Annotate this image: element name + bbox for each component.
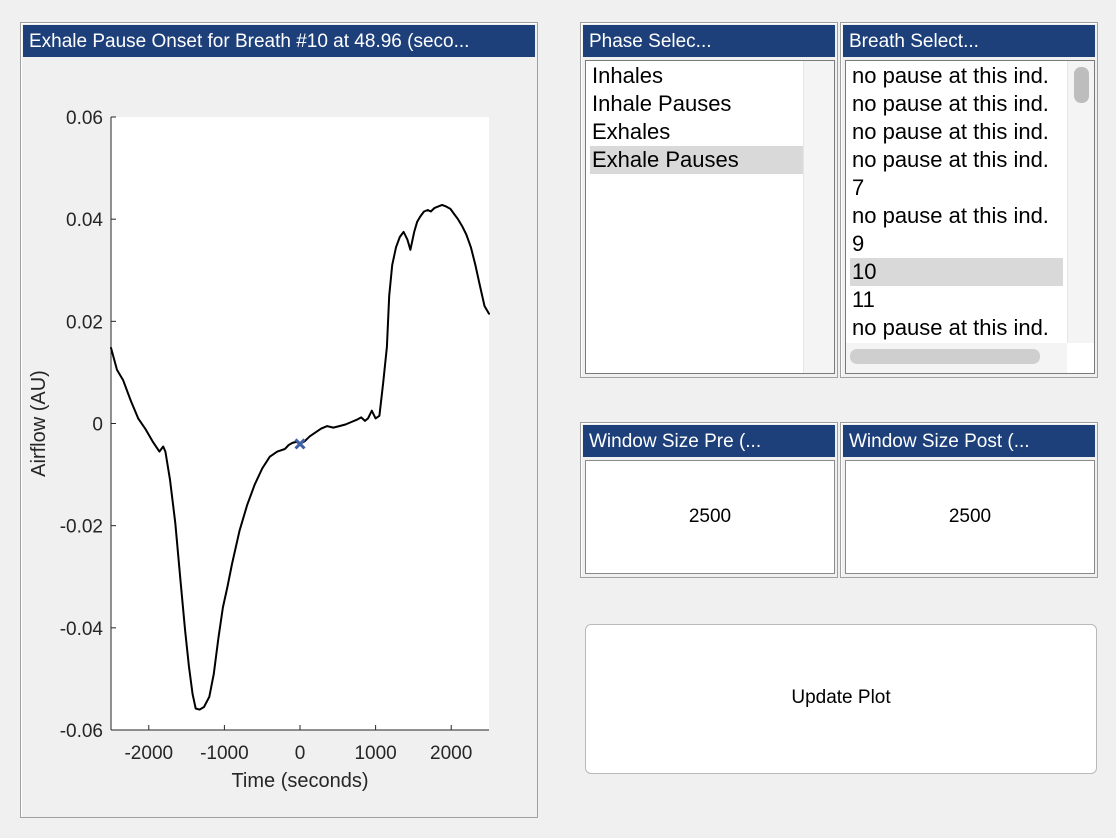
plot-panel-title: Exhale Pause Onset for Breath #10 at 48.…: [23, 25, 535, 57]
window-pre-input[interactable]: 2500: [585, 460, 835, 574]
breath-select-panel: Breath Select... no pause at this ind. no…: [840, 22, 1098, 378]
phase-vertical-scrollbar[interactable]: [803, 61, 834, 373]
x-tick-label: 1000: [354, 743, 396, 764]
breath-list-item[interactable]: no pause at this ind.: [850, 314, 1063, 342]
breath-scroll-thumb[interactable]: [1074, 67, 1089, 103]
breath-list-item[interactable]: no pause at this ind.: [850, 202, 1063, 230]
update-plot-button[interactable]: Update Plot: [585, 624, 1097, 774]
y-tick-label: 0.04: [66, 210, 103, 231]
window-post-input[interactable]: 2500: [845, 460, 1095, 574]
breath-list-item[interactable]: no pause at this ind.: [850, 118, 1063, 146]
y-tick-label: 0.02: [66, 312, 103, 333]
window-post-title: Window Size Post (...: [843, 425, 1095, 457]
breath-listbox[interactable]: no pause at this ind. no pause at this in…: [845, 60, 1095, 374]
breath-list-item[interactable]: 10: [850, 258, 1063, 286]
breath-horizontal-scrollbar[interactable]: [846, 343, 1067, 373]
phase-list-item[interactable]: Inhale Pauses: [590, 90, 803, 118]
phase-list-item[interactable]: Exhales: [590, 118, 803, 146]
y-tick-label: 0.06: [66, 108, 103, 129]
breath-select-title: Breath Select...: [843, 25, 1095, 57]
breath-list-item[interactable]: 11: [850, 286, 1063, 314]
y-tick-label: -0.02: [60, 517, 103, 538]
y-tick-label: 0: [92, 415, 103, 436]
airflow-chart: 0.06 0.04 0.02 0 -0.02 -0.04 -0.06 -2000 -1000 0 1…: [28, 108, 490, 792]
x-tick-label: -1000: [200, 743, 249, 764]
y-axis-label: Airflow (AU): [28, 370, 50, 477]
breath-list-item[interactable]: 9: [850, 230, 1063, 258]
phase-select-panel: Phase Selec... Inhales Inhale Pauses Exhal…: [580, 22, 838, 378]
breath-hscroll-thumb[interactable]: [850, 349, 1040, 364]
x-tick-label: -2000: [124, 743, 173, 764]
plot-panel: Exhale Pause Onset for Breath #10 at 48.…: [20, 22, 538, 818]
y-tick-label: -0.04: [60, 619, 104, 640]
breath-list-item[interactable]: 7: [850, 174, 1063, 202]
phase-select-title: Phase Selec...: [583, 25, 835, 57]
phase-list-item[interactable]: Exhale Pauses: [590, 146, 803, 174]
phase-list-item[interactable]: Inhales: [590, 62, 803, 90]
breath-list-item[interactable]: no pause at this ind.: [850, 90, 1063, 118]
x-tick-label: 2000: [430, 743, 472, 764]
window-post-panel: Window Size Post (... 2500: [840, 422, 1098, 578]
window-pre-title: Window Size Pre (...: [583, 425, 835, 457]
x-axis-label: Time (seconds): [231, 770, 368, 792]
phase-listbox[interactable]: Inhales Inhale Pauses Exhales Exhale Pauses: [585, 60, 835, 374]
breath-vertical-scrollbar[interactable]: [1067, 61, 1094, 343]
breath-list-item[interactable]: no pause at this ind.: [850, 146, 1063, 174]
breath-list-item[interactable]: no pause at this ind.: [850, 62, 1063, 90]
window-pre-panel: Window Size Pre (... 2500: [580, 422, 838, 578]
y-tick-label: -0.06: [60, 721, 103, 742]
x-tick-label: 0: [295, 743, 306, 764]
